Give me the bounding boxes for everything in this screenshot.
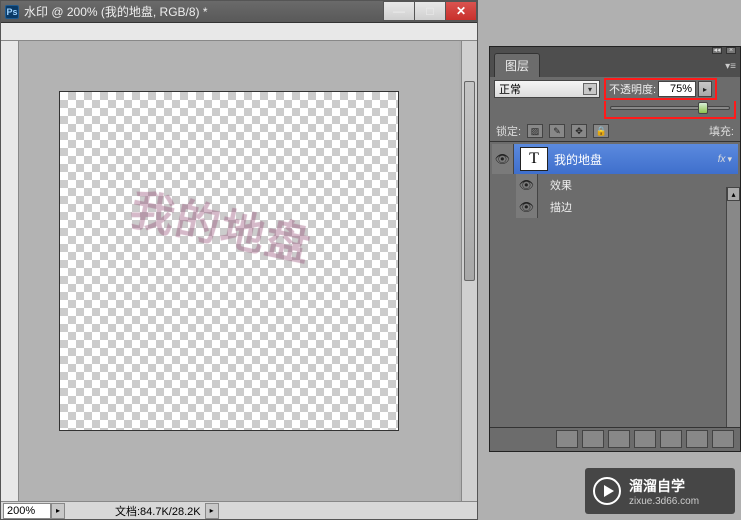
panel-close-icon[interactable]: × xyxy=(726,47,736,54)
eye-icon: 👁 xyxy=(495,152,510,166)
ruler-vertical[interactable] xyxy=(1,41,19,501)
layer-style-icon[interactable] xyxy=(582,430,604,448)
brand-title: 溜溜自学 xyxy=(629,476,699,496)
canvas-transparency-grid: 我的地盘 xyxy=(59,91,399,431)
lock-row: 锁定: ▨ ✎ ✥ 🔒 填充: xyxy=(490,121,740,141)
ruler-horizontal[interactable] xyxy=(1,23,477,41)
effect-visibility-toggle[interactable]: 👁 xyxy=(516,196,538,218)
layers-list: 👁 T 我的地盘 fx ▾ 👁 效果 👁 描边 xyxy=(490,141,740,451)
maximize-button[interactable]: □ xyxy=(414,1,446,21)
photoshop-icon: Ps xyxy=(5,5,19,19)
lock-position-icon[interactable]: ✥ xyxy=(571,124,587,138)
layer-fx-badge[interactable]: fx xyxy=(718,154,726,165)
opacity-input[interactable]: 75% xyxy=(658,81,696,97)
document-info-menu-arrow[interactable]: ▸ xyxy=(205,503,219,519)
opacity-slider-thumb[interactable] xyxy=(698,102,708,114)
minimize-button[interactable]: — xyxy=(383,1,415,21)
lock-brush-icon[interactable]: ✎ xyxy=(549,124,565,138)
brand-overlay: 溜溜自学 zixue.3d66.com xyxy=(585,468,735,514)
watermark-text-layer[interactable]: 我的地盘 xyxy=(125,174,318,275)
lock-transparent-pixels-icon[interactable]: ▨ xyxy=(527,124,543,138)
layer-effect-row[interactable]: 👁 效果 xyxy=(492,174,738,196)
blend-mode-select[interactable]: 正常 ▾ xyxy=(494,80,600,98)
adjustment-layer-icon[interactable] xyxy=(634,430,656,448)
chevron-down-icon[interactable]: ▾ xyxy=(727,154,732,165)
panel-scrollbar-vertical[interactable]: ▴ xyxy=(726,187,740,427)
lock-label: 锁定: xyxy=(496,123,521,139)
chevron-down-icon: ▾ xyxy=(583,83,597,95)
layer-name[interactable]: 我的地盘 xyxy=(554,151,718,168)
scroll-up-arrow-icon[interactable]: ▴ xyxy=(727,187,740,201)
opacity-control-highlight: 不透明度: 75% ▸ xyxy=(604,78,717,100)
layer-mask-icon[interactable] xyxy=(608,430,630,448)
panel-menu-icon[interactable]: ▾≡ xyxy=(725,61,736,72)
panel-tabs: 图层 ▾≡ xyxy=(490,55,740,77)
panel-collapse-left-icon[interactable]: ◂◂ xyxy=(712,47,722,54)
zoom-dropdown-arrow[interactable]: ▸ xyxy=(51,503,65,519)
document-window: Ps 水印 @ 200% (我的地盘, RGB/8) * — □ ✕ 我的地盘 … xyxy=(0,0,478,520)
opacity-flyout-arrow[interactable]: ▸ xyxy=(698,81,712,97)
play-icon xyxy=(593,477,621,505)
status-bar: 200% ▸ 文档:84.7K/28.2K ▸ xyxy=(1,501,477,519)
tab-layers[interactable]: 图层 xyxy=(494,53,540,77)
layer-visibility-toggle[interactable]: 👁 xyxy=(492,144,514,174)
lock-all-icon[interactable]: 🔒 xyxy=(593,124,609,138)
delete-layer-icon[interactable] xyxy=(712,430,734,448)
effect-visibility-toggle[interactable]: 👁 xyxy=(516,174,538,196)
effect-label: 效果 xyxy=(550,177,572,193)
layer-row[interactable]: 👁 T 我的地盘 fx ▾ xyxy=(492,144,738,174)
close-button[interactable]: ✕ xyxy=(445,1,477,21)
fill-label: 填充: xyxy=(709,123,734,139)
brand-subtitle: zixue.3d66.com xyxy=(629,496,699,507)
document-titlebar[interactable]: Ps 水印 @ 200% (我的地盘, RGB/8) * — □ ✕ xyxy=(1,1,477,23)
opacity-slider-highlight xyxy=(604,101,736,119)
document-info: 文档:84.7K/28.2K xyxy=(115,503,201,519)
group-layers-icon[interactable] xyxy=(660,430,682,448)
layers-panel: ◂◂ × 图层 ▾≡ 正常 ▾ 不透明度: 75% ▸ 锁定: ▨ ✎ ✥ 🔒 … xyxy=(489,46,741,452)
eye-icon: 👁 xyxy=(519,178,534,192)
new-layer-icon[interactable] xyxy=(686,430,708,448)
zoom-input[interactable]: 200% xyxy=(3,503,51,519)
blend-opacity-row: 正常 ▾ 不透明度: 75% ▸ xyxy=(490,77,740,101)
scrollbar-vertical[interactable] xyxy=(461,41,477,501)
document-title: 水印 @ 200% (我的地盘, RGB/8) * xyxy=(24,3,208,20)
opacity-label: 不透明度: xyxy=(609,81,656,97)
link-layers-icon[interactable] xyxy=(556,430,578,448)
layer-thumbnail-text-icon[interactable]: T xyxy=(520,147,548,171)
blend-mode-value: 正常 xyxy=(499,81,521,97)
effect-label: 描边 xyxy=(550,199,572,215)
opacity-slider-track[interactable] xyxy=(610,106,730,110)
canvas-viewport[interactable]: 我的地盘 xyxy=(19,41,459,501)
layer-effect-row[interactable]: 👁 描边 xyxy=(492,196,738,218)
eye-icon: 👁 xyxy=(519,200,534,214)
scrollbar-vertical-thumb[interactable] xyxy=(464,81,475,281)
window-controls: — □ ✕ xyxy=(384,1,477,21)
layers-panel-footer xyxy=(490,427,740,449)
